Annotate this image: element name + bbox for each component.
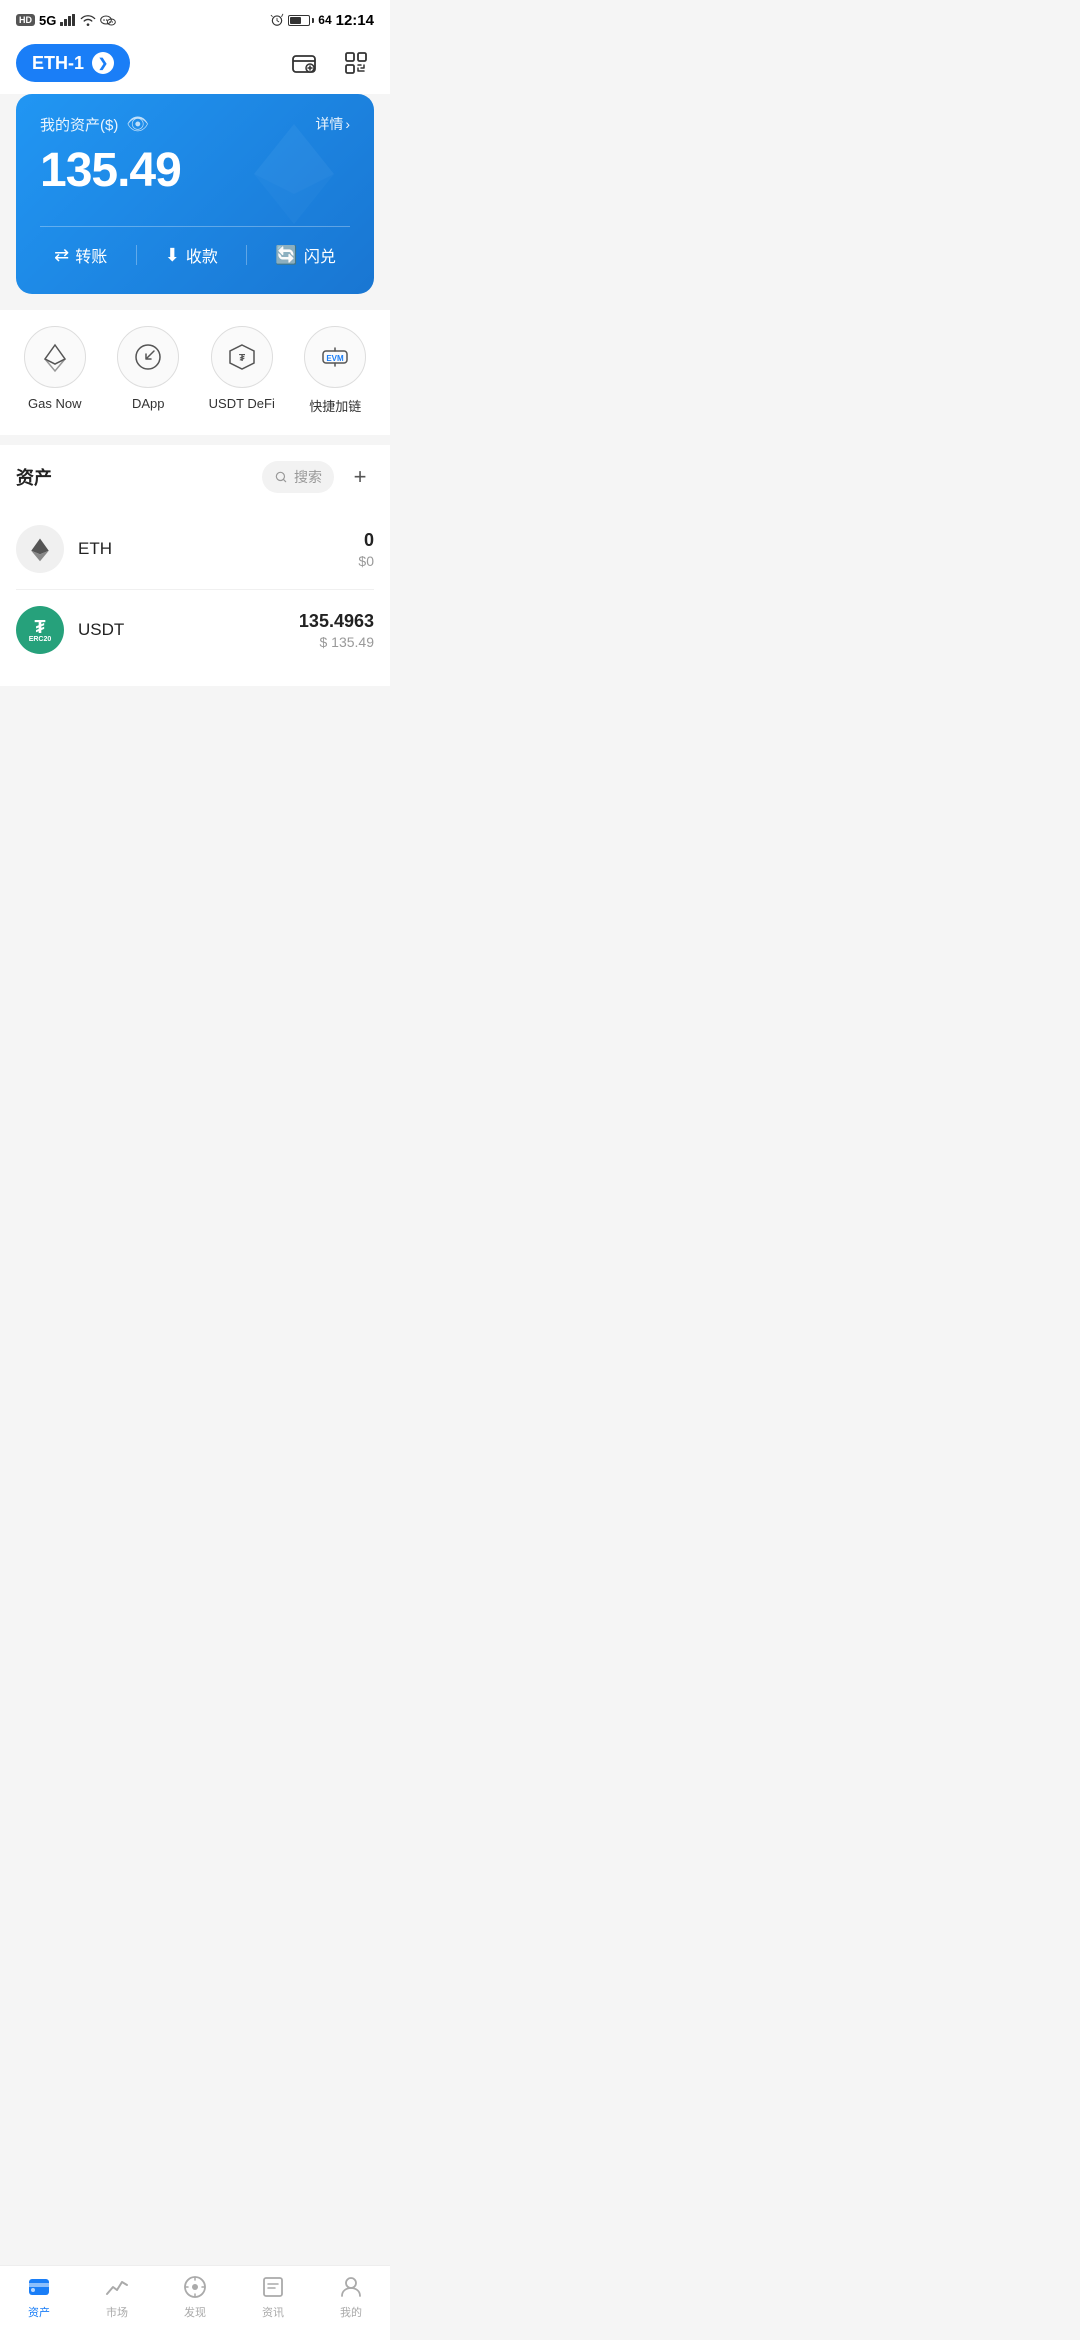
- svg-text:EVM: EVM: [327, 354, 345, 363]
- usdt-asset-item[interactable]: ₮ ERC20 USDT 135.4963 $ 135.49: [16, 590, 374, 670]
- assets-controls: 搜索 +: [262, 461, 374, 493]
- quick-chain-icon: EVM: [304, 326, 366, 388]
- quick-chain-button[interactable]: EVM 快捷加链: [295, 326, 375, 415]
- usdt-defi-button[interactable]: ₮ USDT DeFi: [202, 326, 282, 415]
- alarm-icon: [270, 13, 284, 27]
- action-divider-1: [136, 245, 137, 265]
- dapp-label: DApp: [132, 396, 165, 411]
- wallet-add-button[interactable]: [286, 45, 322, 81]
- search-box[interactable]: 搜索: [262, 461, 334, 493]
- transfer-button[interactable]: ⇄ 转账: [54, 243, 107, 267]
- eth-asset-item[interactable]: ETH 0 $0: [16, 509, 374, 590]
- tab-profile[interactable]: 我的: [321, 2274, 381, 2320]
- transfer-label: 转账: [75, 243, 107, 267]
- battery-indicator: [288, 15, 314, 26]
- tab-market-label: 市场: [106, 2304, 128, 2320]
- network-selector[interactable]: ETH-1 ❯: [16, 44, 130, 82]
- network-label: ETH-1: [32, 53, 84, 74]
- receive-label: 收款: [186, 243, 218, 267]
- eth-balance: 0 $0: [358, 530, 374, 569]
- gas-now-icon: [24, 326, 86, 388]
- tab-news-label: 资讯: [262, 2304, 284, 2320]
- network-arrow-icon: ❯: [92, 52, 114, 74]
- usdt-name: USDT: [78, 620, 299, 640]
- gas-now-label: Gas Now: [28, 396, 81, 411]
- scan-button[interactable]: [338, 45, 374, 81]
- gas-now-button[interactable]: Gas Now: [15, 326, 95, 415]
- usdt-defi-label: USDT DeFi: [209, 396, 275, 411]
- eth-balance-usd: $0: [358, 553, 374, 569]
- add-asset-button[interactable]: +: [346, 463, 374, 491]
- receive-button[interactable]: ⬇ 收款: [165, 243, 218, 267]
- quick-chain-label: 快捷加链: [309, 396, 361, 415]
- eth-watermark-icon: [234, 114, 354, 250]
- wechat-icon: [100, 13, 116, 27]
- usdt-token-icon: ₮ ERC20: [16, 606, 64, 654]
- news-tab-icon: [260, 2274, 286, 2300]
- tab-assets-label: 资产: [28, 2304, 50, 2320]
- search-placeholder: 搜索: [294, 467, 322, 487]
- time-display: 12:14: [336, 12, 374, 29]
- signal-icon: 5G: [39, 13, 56, 28]
- asset-label: 我的资产($) 👁: [40, 114, 149, 135]
- receive-icon: ⬇: [165, 245, 180, 266]
- hd-badge: HD: [16, 14, 35, 26]
- visibility-icon[interactable]: 👁: [126, 114, 149, 135]
- asset-card: 我的资产($) 👁 详情 › 135.49 ⇄ 转账 ⬇ 收款 🔄 闪兑: [16, 94, 374, 294]
- search-icon: [274, 470, 288, 484]
- assets-section: 资产 搜索 + ETH 0 $0: [0, 445, 390, 686]
- usdt-balance: 135.4963 $ 135.49: [299, 611, 374, 650]
- market-tab-icon: [104, 2274, 130, 2300]
- transfer-icon: ⇄: [54, 245, 69, 266]
- eth-name: ETH: [78, 539, 358, 559]
- usdt-balance-usd: $ 135.49: [299, 634, 374, 650]
- status-right: 64 12:14: [270, 12, 374, 29]
- discover-tab-icon: [182, 2274, 208, 2300]
- profile-tab-icon: [338, 2274, 364, 2300]
- eth-token-icon: [16, 525, 64, 573]
- quick-actions: Gas Now DApp ₮ USDT DeFi EVM: [0, 310, 390, 435]
- nav-icons: [286, 45, 374, 81]
- assets-title: 资产: [16, 464, 52, 490]
- tab-news[interactable]: 资讯: [243, 2274, 303, 2320]
- dapp-button[interactable]: DApp: [108, 326, 188, 415]
- tab-market[interactable]: 市场: [87, 2274, 147, 2320]
- battery-level: 64: [318, 13, 331, 27]
- eth-balance-amount: 0: [358, 530, 374, 551]
- asset-label-text: 我的资产($): [40, 114, 118, 135]
- usdt-balance-amount: 135.4963: [299, 611, 374, 632]
- top-nav: ETH-1 ❯: [0, 36, 390, 94]
- assets-tab-icon: [26, 2274, 52, 2300]
- status-left: HD 5G: [16, 13, 116, 28]
- assets-header: 资产 搜索 +: [16, 461, 374, 493]
- wifi-icon: [80, 14, 96, 26]
- status-bar: HD 5G: [0, 0, 390, 36]
- tab-assets[interactable]: 资产: [9, 2274, 69, 2320]
- tab-profile-label: 我的: [340, 2304, 362, 2320]
- tab-discover[interactable]: 发现: [165, 2274, 225, 2320]
- dapp-icon: [117, 326, 179, 388]
- usdt-defi-icon: ₮: [211, 326, 273, 388]
- signal-bars-icon: [60, 14, 76, 26]
- tab-discover-label: 发现: [184, 2304, 206, 2320]
- svg-text:₮: ₮: [239, 353, 245, 364]
- bottom-tab-bar: 资产 市场 发现 资讯 我的: [0, 2265, 390, 2340]
